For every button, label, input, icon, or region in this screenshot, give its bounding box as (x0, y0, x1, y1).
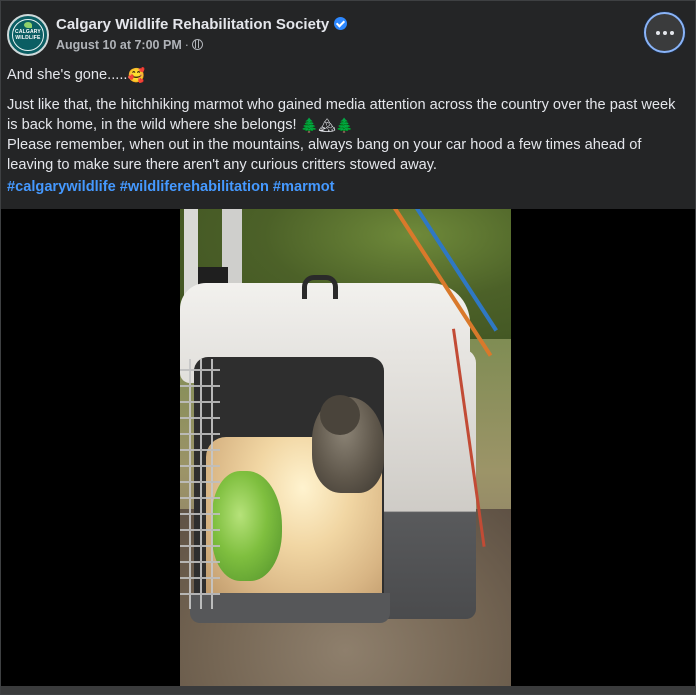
marmot-head (320, 395, 360, 435)
lettuce (212, 471, 282, 581)
post-text-line1: And she's gone.....🥰 (7, 65, 687, 85)
page-name: Calgary Wildlife Rehabilitation Society (56, 16, 330, 33)
post-card: CALGARY WILDLIFE Calgary Wildlife Rehabi… (0, 0, 696, 695)
post-text-paragraph3: Please remember, when out in the mountai… (7, 137, 642, 173)
smiling-face-hearts-icon: 🥰 (127, 67, 145, 83)
page-avatar[interactable]: CALGARY WILDLIFE (7, 14, 49, 56)
hashtag-link[interactable]: #wildliferehabilitation (120, 179, 269, 195)
more-options-button[interactable] (644, 12, 685, 53)
post-header: CALGARY WILDLIFE Calgary Wildlife Rehabi… (7, 12, 691, 59)
avatar-text-line2: WILDLIFE (15, 35, 41, 41)
post-text-line1-content: And she's gone..... (7, 67, 128, 83)
carrier-floor (190, 593, 390, 623)
hashtag-link[interactable]: #calgarywildlife (7, 179, 116, 195)
post-media (1, 209, 695, 686)
post-text: And she's gone.....🥰 Just like that, the… (7, 65, 687, 175)
carrier-door (180, 359, 220, 609)
evergreen-tree-icon: 🌲 (300, 117, 319, 133)
hashtags: #calgarywildlife #wildliferehabilitation #… (7, 179, 339, 195)
post-meta: August 10 at 7:00 PM · (56, 38, 203, 52)
more-options-icon (655, 30, 674, 35)
meta-separator: · (184, 38, 189, 52)
post-timestamp[interactable]: August 10 at 7:00 PM (56, 38, 182, 52)
hashtag-link[interactable]: #marmot (273, 179, 335, 195)
post-text-paragraph2: Just like that, the hitchhiking marmot w… (7, 95, 687, 135)
verified-badge-icon (334, 17, 348, 30)
mountain-icon: 🏔 (318, 117, 336, 133)
globe-icon[interactable] (191, 39, 203, 50)
page-name-link[interactable]: Calgary Wildlife Rehabilitation Society (56, 16, 348, 33)
carrier-handle (302, 275, 338, 299)
card-bottom-edge (1, 686, 695, 694)
evergreen-tree-icon: 🌲 (335, 117, 354, 133)
video-player[interactable] (180, 209, 511, 686)
leaf-icon (24, 22, 32, 28)
